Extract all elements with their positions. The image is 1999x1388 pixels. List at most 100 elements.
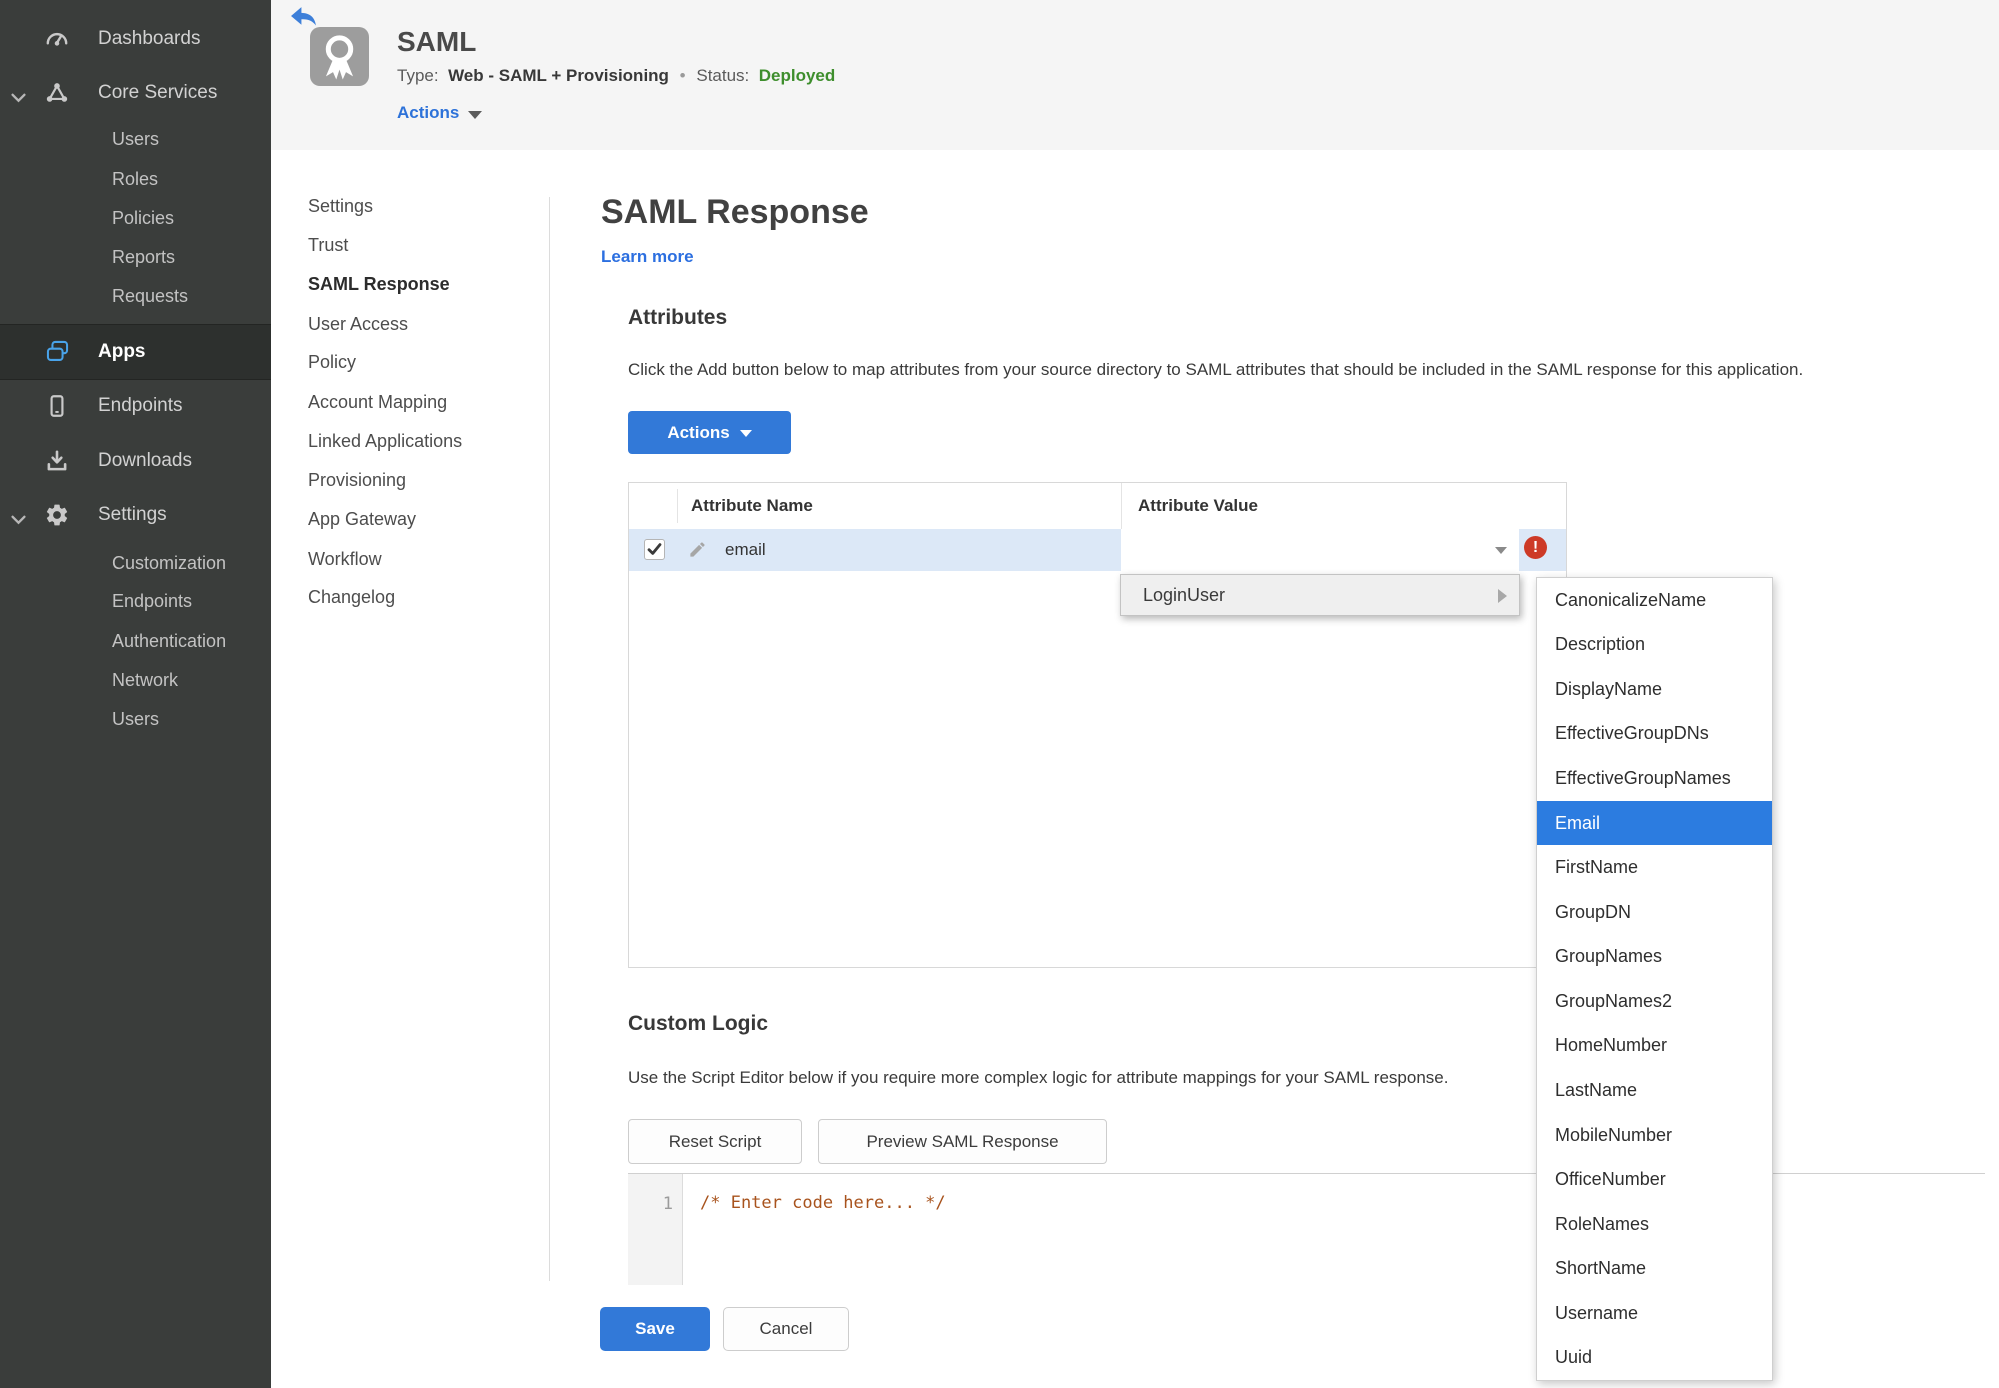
sidebar-item-requests[interactable]: Requests (0, 276, 271, 316)
menu-item-email[interactable]: Email (1537, 800, 1772, 846)
saml-app-icon (310, 27, 369, 86)
mobile-device-icon (44, 393, 70, 419)
row-checkbox[interactable] (644, 539, 665, 560)
learn-more-link[interactable]: Learn more (601, 247, 694, 267)
sidebar-item-settings-users[interactable]: Users (0, 699, 271, 739)
sidebar-item-downloads[interactable]: Downloads (0, 441, 271, 481)
column-header-attribute-name: Attribute Name (691, 496, 813, 515)
menu-item-uuid[interactable]: Uuid (1537, 1336, 1772, 1381)
type-label: Type: (397, 66, 439, 85)
tab-saml-response[interactable]: SAML Response (308, 265, 450, 303)
tab-account-mapping[interactable]: Account Mapping (308, 383, 447, 421)
chevron-down-icon[interactable] (11, 509, 26, 531)
tab-linked-applications[interactable]: Linked Applications (308, 422, 462, 460)
menu-item-description[interactable]: Description (1537, 623, 1772, 668)
download-icon (44, 448, 70, 474)
edit-pencil-icon[interactable] (688, 540, 707, 559)
tab-policy[interactable]: Policy (308, 343, 356, 381)
sidebar-item-roles[interactable]: Roles (0, 159, 271, 199)
app-header: SAML Type: Web - SAML + Provisioning • S… (271, 0, 1999, 150)
sidebar-item-customization[interactable]: Customization (0, 543, 271, 583)
sidebar-item-network[interactable]: Network (0, 660, 271, 700)
sidebar-item-dashboards[interactable]: Dashboards (0, 19, 271, 59)
menu-item-effectivegroupnames[interactable]: EffectiveGroupNames (1537, 756, 1772, 801)
tab-workflow[interactable]: Workflow (308, 540, 382, 578)
saml-app-page: Dashboards Core Services Users Roles Pol… (0, 0, 1999, 1388)
status-badge: Deployed (758, 66, 836, 85)
sidebar-item-users[interactable]: Users (0, 119, 271, 159)
separator-dot: • (679, 66, 686, 85)
cancel-button[interactable]: Cancel (723, 1307, 849, 1351)
menu-item-lastname[interactable]: LastName (1537, 1068, 1772, 1113)
save-button[interactable]: Save (600, 1307, 710, 1351)
line-number: 1 (662, 1194, 673, 1214)
preview-saml-response-button[interactable]: Preview SAML Response (818, 1119, 1107, 1164)
sidebar-item-core-services[interactable]: Core Services (0, 73, 271, 113)
chevron-down-icon (1495, 547, 1507, 554)
menu-item-displayname[interactable]: DisplayName (1537, 667, 1772, 712)
tab-trust[interactable]: Trust (308, 226, 348, 264)
reset-script-button[interactable]: Reset Script (628, 1119, 802, 1164)
tab-provisioning[interactable]: Provisioning (308, 461, 406, 499)
sidebar: Dashboards Core Services Users Roles Pol… (0, 0, 271, 1388)
sidebar-item-settings[interactable]: Settings (0, 495, 271, 535)
tab-changelog[interactable]: Changelog (308, 578, 395, 616)
attributes-actions-button[interactable]: Actions (628, 411, 791, 454)
type-value: Web - SAML + Provisioning (448, 66, 669, 85)
chevron-down-icon[interactable] (11, 87, 26, 109)
menu-item-firstname[interactable]: FirstName (1537, 845, 1772, 890)
tab-user-access[interactable]: User Access (308, 305, 408, 343)
sidebar-item-endpoints[interactable]: Endpoints (0, 386, 271, 426)
apps-icon (44, 338, 70, 364)
page-title: SAML Response (601, 193, 869, 231)
menu-item-groupnames2[interactable]: GroupNames2 (1537, 979, 1772, 1024)
menu-item-canonicalizename[interactable]: CanonicalizeName (1537, 578, 1772, 623)
header-actions-menu[interactable]: Actions (397, 103, 483, 123)
menu-item-officenumber[interactable]: OfficeNumber (1537, 1157, 1772, 1202)
sidebar-item-reports[interactable]: Reports (0, 237, 271, 277)
sidebar-item-label: Core Services (98, 82, 218, 103)
error-icon: ! (1524, 536, 1547, 559)
menu-item-rolenames[interactable]: RoleNames (1537, 1202, 1772, 1247)
script-editor-gutter: 1 (628, 1174, 683, 1285)
menu-item-groupnames[interactable]: GroupNames (1537, 935, 1772, 980)
chevron-down-icon (468, 110, 483, 119)
gauge-icon (44, 26, 70, 52)
back-arrow-icon[interactable] (290, 6, 317, 27)
menu-item-shortname[interactable]: ShortName (1537, 1246, 1772, 1291)
sidebar-item-label: Apps (98, 341, 146, 362)
gear-icon (44, 502, 70, 528)
sidebar-item-settings-endpoints[interactable]: Endpoints (0, 581, 271, 621)
sidebar-item-policies[interactable]: Policies (0, 198, 271, 238)
table-row[interactable]: email (629, 529, 1566, 571)
sidebar-item-label: Endpoints (98, 395, 183, 416)
menu-item-groupdn[interactable]: GroupDN (1537, 890, 1772, 935)
app-title: SAML (397, 26, 477, 57)
tab-settings[interactable]: Settings (308, 187, 373, 225)
menu-item-homenumber[interactable]: HomeNumber (1537, 1024, 1772, 1069)
attribute-value-dropdown[interactable] (1121, 529, 1519, 571)
sidebar-item-label: Downloads (98, 450, 192, 471)
attributes-heading: Attributes (628, 306, 728, 329)
status-label: Status: (696, 66, 750, 85)
core-services-icon (44, 80, 70, 106)
custom-logic-heading: Custom Logic (628, 1012, 768, 1035)
table-header-row: Attribute Name Attribute Value (629, 483, 1566, 530)
chevron-down-icon (739, 430, 752, 437)
attribute-name-cell: email (725, 540, 766, 559)
menu-item-username[interactable]: Username (1537, 1291, 1772, 1336)
app-meta: Type: Web - SAML + Provisioning • Status… (397, 66, 835, 86)
sidebar-item-label: Settings (98, 504, 167, 525)
submenu-arrow-icon (1498, 589, 1507, 603)
column-header-attribute-value: Attribute Value (1138, 496, 1258, 515)
menu-item-mobilenumber[interactable]: MobileNumber (1537, 1113, 1772, 1158)
menu-item-effectivegroupdns[interactable]: EffectiveGroupDNs (1537, 712, 1772, 757)
sidebar-item-authentication[interactable]: Authentication (0, 621, 271, 661)
script-editor-code[interactable]: /* Enter code here... */ (700, 1193, 946, 1213)
value-menu-loginuser[interactable]: LoginUser (1120, 574, 1520, 616)
tab-app-gateway[interactable]: App Gateway (308, 500, 416, 538)
script-editor-border (628, 1173, 1985, 1174)
content-divider (549, 197, 550, 1281)
sidebar-item-apps[interactable]: Apps (0, 324, 271, 380)
attributes-table: Attribute Name Attribute Value email (628, 482, 1567, 968)
